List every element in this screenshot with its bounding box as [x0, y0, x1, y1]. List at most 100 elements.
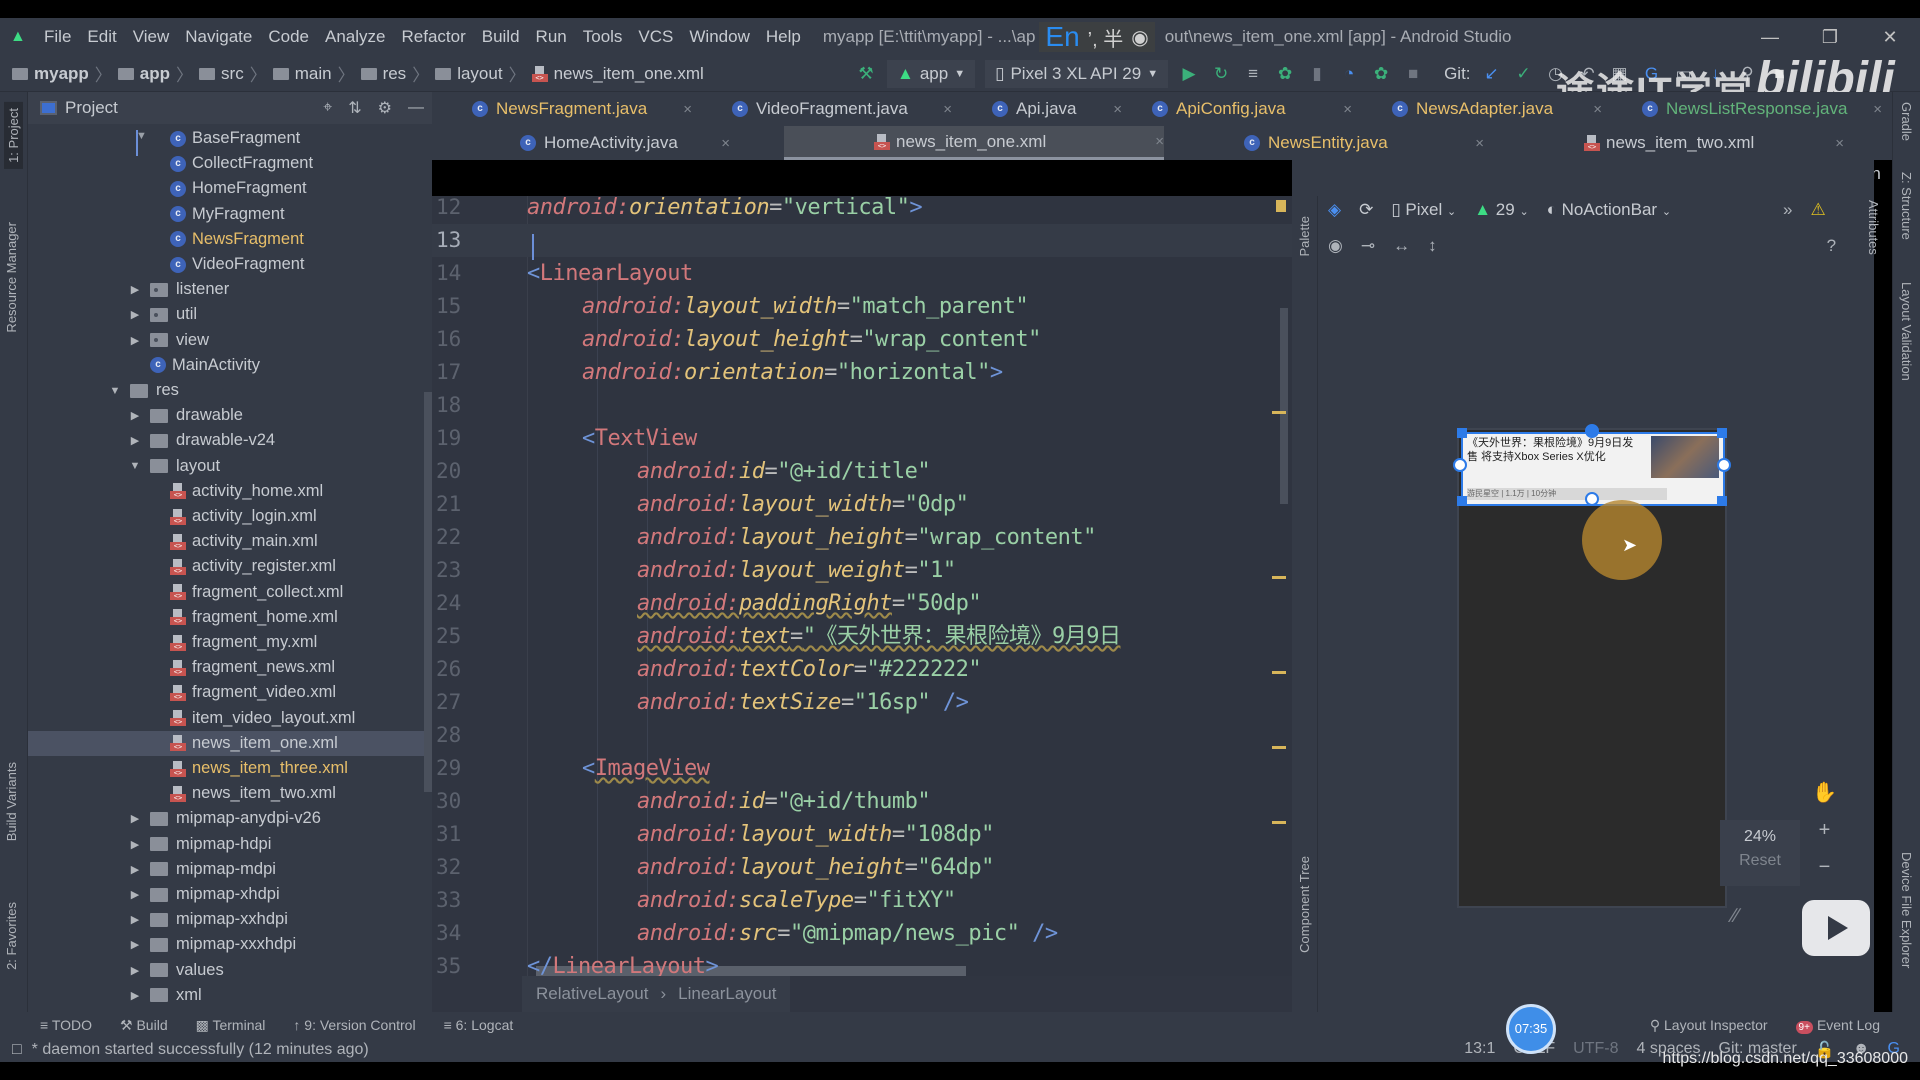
tree-item[interactable]: fragment_my.xml	[28, 630, 424, 655]
breadcrumb-layout[interactable]: layout	[435, 64, 503, 84]
line-number[interactable]: 12	[436, 196, 476, 224]
orientation-icon[interactable]: ⟳	[1359, 200, 1373, 220]
tool-window-version-control[interactable]: ↑ 9: Version Control	[293, 1017, 415, 1033]
code-line[interactable]: 21 android:layout_width="0dp"	[432, 488, 1292, 521]
expand-horizontal-icon[interactable]: ↔	[1393, 236, 1410, 256]
chevron-right-icon[interactable]: ▶	[128, 913, 142, 926]
tool-window-terminal[interactable]: ▩ Terminal	[196, 1017, 266, 1034]
device-preview[interactable]: 《天外世界：果根险境》9月9日发售 将支持Xbox Series X优化 游民星…	[1453, 424, 1731, 908]
tree-item[interactable]: activity_login.xml	[28, 504, 424, 529]
tree-item[interactable]: c VideoFragment	[28, 252, 424, 277]
apply-changes-icon[interactable]: ↻	[1210, 64, 1232, 84]
resize-handle[interactable]	[1717, 496, 1727, 506]
tree-item[interactable]: item_video_layout.xml	[28, 706, 424, 731]
code-breadcrumb-item[interactable]: RelativeLayout	[536, 984, 648, 1004]
tree-item[interactable]: ▶ util	[28, 302, 424, 327]
caret-position[interactable]: 13:1	[1464, 1040, 1495, 1060]
git-update-icon[interactable]: ↙	[1481, 64, 1503, 84]
chevron-right-icon[interactable]: ▶	[128, 308, 142, 321]
constraint-handle[interactable]	[1585, 424, 1599, 438]
menu-analyze[interactable]: Analyze	[325, 27, 385, 47]
device-select[interactable]: ▯ Pixel ⌄	[1391, 200, 1456, 220]
constraint-handle[interactable]	[1585, 492, 1599, 506]
zoom-reset-button[interactable]: Reset	[1720, 852, 1800, 870]
line-number[interactable]: 22	[436, 521, 476, 554]
tree-item[interactable]: ▶ mipmap-hdpi	[28, 832, 424, 857]
tool-window-build[interactable]: ⚒ Build	[120, 1017, 168, 1034]
code-line[interactable]: 30 android:id="@+id/thumb"	[432, 785, 1292, 818]
close-tab-icon[interactable]: ×	[1873, 101, 1882, 118]
code-line[interactable]: 17 android:orientation="horizontal">	[432, 356, 1292, 389]
help-icon[interactable]: ?	[1827, 236, 1836, 256]
breadcrumb-res[interactable]: res	[360, 64, 406, 84]
tool-tab-attributes[interactable]: Attributes	[1866, 200, 1881, 255]
tool-tab-component-tree[interactable]: Component Tree	[1297, 856, 1312, 953]
tool-window-todo[interactable]: ≡ TODO	[40, 1017, 92, 1033]
code-line[interactable]: 14 <LinearLayout	[432, 257, 1292, 290]
chevron-right-icon[interactable]: ▶	[128, 283, 142, 296]
breadcrumb-src[interactable]: src	[199, 64, 244, 84]
line-number[interactable]: 27	[436, 686, 476, 719]
line-number[interactable]: 33	[436, 884, 476, 917]
tree-item[interactable]: ▶ mipmap-xxxhdpi	[28, 932, 424, 957]
tree-item[interactable]: fragment_home.xml	[28, 605, 424, 630]
git-commit-icon[interactable]: ✓	[1513, 64, 1535, 84]
tree-item[interactable]: activity_home.xml	[28, 479, 424, 504]
tool-tab-favorites[interactable]: 2: Favorites	[4, 902, 19, 970]
code-line[interactable]: 27 android:textSize="16sp" />	[432, 686, 1292, 719]
tool-tab-device-file-explorer[interactable]: Device File Explorer	[1899, 852, 1914, 968]
editor-tab[interactable]: c HomeActivity.java ×	[520, 126, 730, 160]
tree-item[interactable]: c CollectFragment	[28, 151, 424, 176]
code-line[interactable]: 33 android:scaleType="fitXY"	[432, 884, 1292, 917]
build-hammer-icon[interactable]: ⚒	[855, 64, 877, 84]
line-number[interactable]: 26	[436, 653, 476, 686]
menu-vcs[interactable]: VCS	[638, 27, 673, 47]
menu-window[interactable]: Window	[689, 27, 749, 47]
resize-handle[interactable]	[1457, 428, 1467, 438]
chevron-right-icon[interactable]: ▶	[128, 812, 142, 825]
editor-tab[interactable]: c ApiConfig.java ×	[1152, 92, 1352, 126]
tree-item[interactable]: ▶ mipmap-xxhdpi	[28, 907, 424, 932]
editor-tab[interactable]: c NewsFragment.java ×	[472, 92, 692, 126]
zoom-in-icon[interactable]: +	[1819, 819, 1831, 842]
close-tab-icon[interactable]: ×	[1113, 101, 1122, 118]
menu-edit[interactable]: Edit	[87, 27, 116, 47]
tree-item[interactable]: c NewsFragment	[28, 227, 424, 252]
code-line[interactable]: 35 </LinearLayout>	[432, 950, 1292, 976]
tool-tab-build-variants[interactable]: Build Variants	[4, 762, 19, 841]
profile-icon[interactable]: ◔	[1338, 64, 1360, 84]
menu-view[interactable]: View	[133, 27, 170, 47]
menu-help[interactable]: Help	[766, 27, 801, 47]
line-number[interactable]: 15	[436, 290, 476, 323]
line-number[interactable]: 13	[436, 224, 476, 257]
close-tab-icon[interactable]: ×	[1593, 101, 1602, 118]
tree-item[interactable]: fragment_collect.xml	[28, 580, 424, 605]
tool-tab-project[interactable]: 1: Project	[4, 102, 23, 169]
run-config-select[interactable]: ▲ app ▼	[887, 60, 976, 88]
constraint-handle[interactable]	[1717, 458, 1731, 472]
tool-window-event-log[interactable]: 9+ Event Log	[1795, 1017, 1880, 1034]
tree-item[interactable]: ▶ drawable-v24	[28, 428, 424, 453]
line-number[interactable]: 21	[436, 488, 476, 521]
tool-tab-structure[interactable]: Z: Structure	[1899, 172, 1914, 240]
code-line[interactable]: 25 android:text="《天外世界：果根险境》9月9日	[432, 620, 1292, 653]
file-encoding[interactable]: UTF-8	[1573, 1040, 1618, 1060]
tool-window-layout-inspector[interactable]: ⚲ Layout Inspector	[1650, 1017, 1768, 1034]
chevron-right-icon[interactable]: ▶	[128, 888, 142, 901]
project-view-select[interactable]: Project	[65, 98, 118, 118]
gear-icon[interactable]: ⚙	[378, 98, 392, 118]
line-number[interactable]: 31	[436, 818, 476, 851]
close-tab-icon[interactable]: ×	[1155, 133, 1164, 150]
restore-button[interactable]: ❐	[1800, 27, 1860, 48]
menu-build[interactable]: Build	[482, 27, 520, 47]
code-breadcrumb-item[interactable]: LinearLayout	[678, 984, 776, 1004]
chevron-right-icon[interactable]: ▶	[128, 938, 142, 951]
tree-item[interactable]: activity_main.xml	[28, 529, 424, 554]
status-message[interactable]: * daemon started successfully (12 minute…	[32, 1041, 369, 1059]
hide-panel-icon[interactable]: —	[408, 99, 424, 117]
pan-hand-icon[interactable]: ✋	[1812, 780, 1837, 805]
api-level-select[interactable]: ▲ 29 ⌄	[1474, 200, 1528, 220]
code-line[interactable]: 23 android:layout_weight="1"	[432, 554, 1292, 587]
tool-window-logcat[interactable]: ≡ 6: Logcat	[444, 1017, 514, 1033]
breadcrumb-myapp[interactable]: myapp	[12, 64, 89, 84]
